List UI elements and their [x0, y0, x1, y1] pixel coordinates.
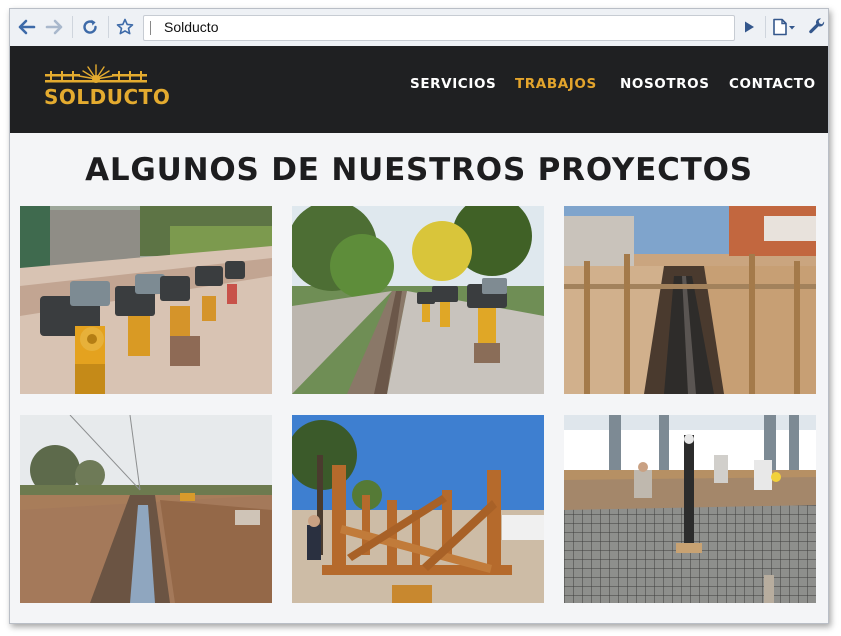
page-menu-icon	[773, 18, 795, 36]
page-bottom	[10, 612, 828, 623]
logo-wordmark: SOLDUCTO	[44, 85, 171, 109]
address-bar[interactable]: Solducto	[143, 15, 735, 41]
reload-icon	[83, 19, 97, 34]
text-caret	[150, 21, 151, 35]
bookmark-button[interactable]	[112, 15, 138, 39]
project-photo-pipe-trench[interactable]	[564, 206, 816, 394]
browser-window: Solducto SOLDUCTO SERVICIOS TRABAJOS NOS…	[9, 8, 829, 624]
nav-nosotros[interactable]: NOSOTROS	[620, 76, 710, 92]
browser-toolbar: Solducto	[10, 9, 828, 47]
sun-logo-icon	[45, 64, 147, 83]
reload-button[interactable]	[77, 15, 103, 39]
solducto-logo[interactable]: SOLDUCTO	[44, 63, 170, 109]
project-photo-field-ditch[interactable]	[20, 415, 272, 603]
site-header: SOLDUCTO SERVICIOS TRABAJOS NOSOTROS CON…	[10, 46, 828, 133]
address-text: Solducto	[164, 19, 219, 35]
forward-arrow-icon	[45, 19, 63, 35]
toolbar-divider	[72, 16, 73, 38]
nav-servicios[interactable]: SERVICIOS	[410, 76, 496, 92]
project-photo-rammers-street[interactable]	[20, 206, 272, 394]
toolbar-divider	[108, 16, 109, 38]
nav-contacto[interactable]: CONTACTO	[729, 76, 816, 92]
nav-trabajos[interactable]: TRABAJOS	[515, 76, 597, 92]
star-icon	[116, 18, 134, 35]
wrench-icon	[809, 18, 825, 34]
back-button[interactable]	[14, 15, 40, 39]
settings-button[interactable]	[806, 15, 828, 39]
project-photo-rebar-slab[interactable]	[564, 415, 816, 603]
back-arrow-icon	[18, 19, 36, 35]
project-photo-trench-street[interactable]	[292, 206, 544, 394]
go-arrow-icon	[745, 21, 754, 33]
page-title: ALGUNOS DE NUESTROS PROYECTOS	[85, 152, 753, 188]
project-photo-wood-formwork[interactable]	[292, 415, 544, 603]
page-menu-button[interactable]	[770, 15, 800, 39]
forward-button[interactable]	[41, 15, 67, 39]
toolbar-divider	[765, 16, 766, 38]
go-button[interactable]	[737, 15, 761, 39]
